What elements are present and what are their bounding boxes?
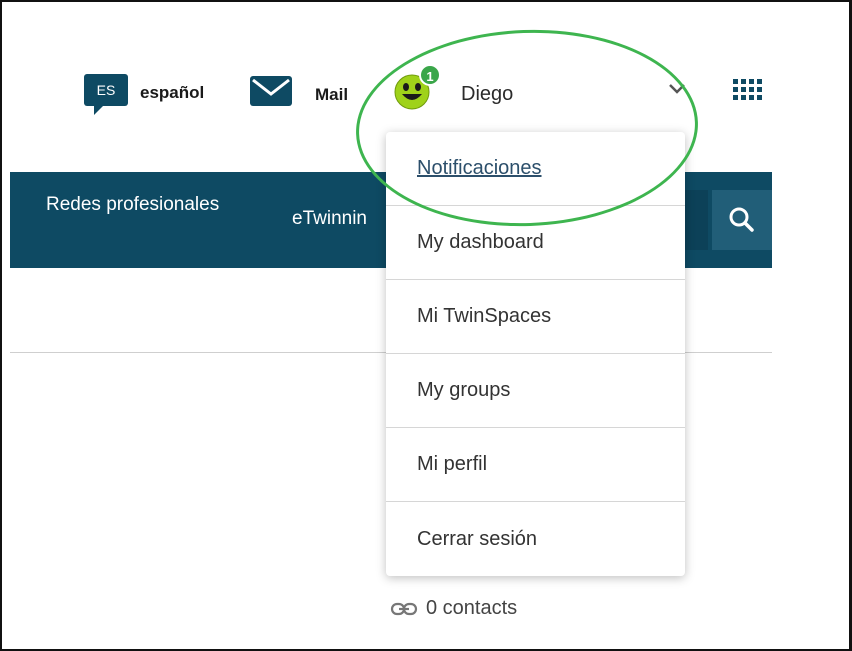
menu-item-groups[interactable]: My groups [386,354,685,428]
menu-item-cerrar-sesion[interactable]: Cerrar sesión [386,502,685,576]
apps-grid-icon[interactable] [733,79,762,103]
menu-item-label: Notificaciones [417,157,542,179]
menu-item-label: My dashboard [417,231,544,253]
chevron-down-icon[interactable] [668,82,686,96]
menu-item-label: Cerrar sesión [417,527,538,550]
menu-item-label: My groups [417,379,511,401]
menu-item-label: Mi TwinSpaces [417,305,552,327]
menu-item-dashboard[interactable]: My dashboard [386,206,685,280]
language-badge[interactable]: ES [84,74,128,115]
search-icon [729,207,754,232]
search-button[interactable] [712,190,772,250]
contacts-label: 0 contacts [426,597,518,619]
contacts-link[interactable]: 0 contacts [390,597,517,620]
user-dropdown-menu: Notificaciones My dashboard Mi TwinSpace… [386,132,685,576]
user-name[interactable]: Diego [461,83,513,106]
link-icon [390,602,418,615]
notification-badge[interactable]: 1 [419,64,441,86]
mail-label[interactable]: Mail [315,85,348,105]
language-label[interactable]: español [140,83,204,103]
nav-item-redes-profesionales[interactable]: Redes profesionales [46,191,226,218]
language-code: ES [96,82,116,98]
menu-item-twinspaces[interactable]: Mi TwinSpaces [386,280,685,354]
mail-icon[interactable] [250,76,292,106]
menu-item-notificaciones[interactable]: Notificaciones [386,132,685,206]
nav-item-etwinning[interactable]: eTwinnin [292,208,367,230]
menu-item-perfil[interactable]: Mi perfil [386,428,685,502]
menu-item-label: Mi perfil [417,453,488,475]
